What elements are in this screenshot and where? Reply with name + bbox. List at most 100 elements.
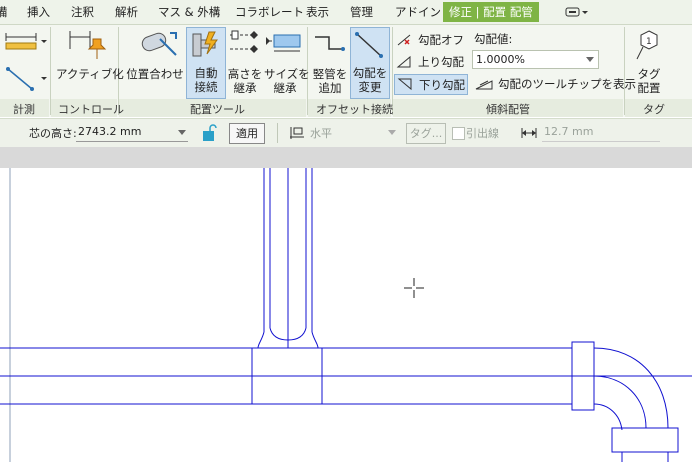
panel-title-control: コントロール	[58, 103, 124, 116]
show-slope-tooltip-button[interactable]: 勾配のツールチップを表示	[474, 75, 636, 93]
inherit-elevation-label-2: 継承	[233, 81, 257, 95]
chevron-down-icon	[388, 130, 396, 135]
slope-value: 1.0000%	[476, 53, 525, 66]
inherit-elevation-button[interactable]: 高さを 継承	[226, 27, 264, 97]
ribbon-tab-bar: 備 挿入 注釈 解析 マス & 外構 コラボレート 表示 管理 アドイン 修正 …	[0, 0, 692, 25]
slope-up-label: 上り勾配	[418, 55, 464, 69]
center-height-field[interactable]: 2743.2 mm	[76, 124, 188, 142]
minimize-ribbon-button[interactable]	[565, 5, 589, 19]
slope-value-label: 勾配値:	[474, 32, 513, 46]
auto-connect-label-1: 自動	[194, 66, 218, 80]
tag-label-2: 配置	[637, 81, 661, 95]
tab-collaborate[interactable]: コラボレート	[235, 4, 304, 20]
panel-title-offset: オフセット接続	[316, 103, 393, 116]
tab-annotate[interactable]: 注釈	[71, 4, 94, 20]
auto-connect-icon	[192, 31, 218, 57]
justify-label: 位置合わせ	[126, 67, 184, 81]
inherit-size-label-1: サイズを	[264, 67, 310, 81]
center-height-label: 芯の高さ:	[29, 127, 77, 140]
auto-connect-label-2: 接続	[194, 80, 218, 94]
slope-off-icon	[397, 34, 411, 46]
activate-label: アクティブ化	[56, 67, 124, 81]
show-slope-tooltip-label: 勾配のツールチップを表示	[498, 77, 636, 91]
tag-on-placement-button[interactable]: 1 タグ 配置	[629, 27, 669, 97]
apply-button[interactable]: 適用	[229, 123, 265, 144]
change-slope-button[interactable]: 勾配を 変更	[350, 27, 390, 99]
inherit-size-icon	[266, 34, 301, 52]
unlock-icon[interactable]	[200, 123, 218, 143]
auto-connect-button[interactable]: 自動 接続	[186, 27, 226, 99]
slope-up-button[interactable]: 上り勾配	[396, 53, 468, 71]
tab-architecture[interactable]: 備	[0, 4, 8, 20]
panel-title-slope: 傾斜配管	[486, 103, 530, 116]
slope-up-icon	[396, 55, 411, 68]
separator	[277, 123, 278, 143]
view-tab-strip	[0, 147, 692, 168]
chevron-down-icon	[178, 130, 186, 135]
add-riser-icon	[315, 36, 345, 51]
pipe-geometry	[0, 168, 692, 462]
center-height-value: 2743.2 mm	[78, 125, 142, 138]
tag-icon-number: 1	[646, 37, 652, 47]
justification-dropdown[interactable]: 水平	[308, 124, 398, 141]
pipe-drawing	[0, 168, 692, 462]
activate-dimensions-icon	[69, 31, 107, 59]
justify-button[interactable]: 位置合わせ	[124, 27, 186, 97]
leader-label: 引出線	[466, 127, 499, 140]
panel-separator	[624, 27, 625, 115]
add-riser-label-1: 竪管を	[312, 67, 348, 81]
leader-checkbox[interactable]	[452, 127, 465, 140]
elbow-outer[interactable]	[593, 347, 669, 429]
inherit-size-button[interactable]: サイズを 継承	[264, 27, 310, 97]
tag-label-1: タグ	[637, 67, 661, 81]
tab-insert[interactable]: 挿入	[27, 4, 50, 20]
slope-down-icon	[397, 78, 412, 91]
panel-title-measure: 計測	[13, 103, 35, 116]
slope-off-button[interactable]: 勾配オフ	[396, 31, 468, 49]
change-slope-icon	[355, 32, 383, 58]
add-riser-label-2: 追加	[318, 81, 342, 95]
elbow-coupling[interactable]	[611, 427, 679, 453]
tab-analyze[interactable]: 解析	[115, 4, 138, 20]
tag-icon: 1	[636, 30, 658, 60]
tab-view[interactable]: 表示	[306, 4, 329, 20]
tab-massing-site[interactable]: マス & 外構	[158, 4, 220, 20]
slope-down-button[interactable]: 下り勾配	[394, 74, 468, 95]
drawing-canvas[interactable]	[0, 168, 692, 462]
tab-modify-place-pipe[interactable]: 修正 | 配置 配管	[443, 2, 539, 22]
inherit-elevation-label-1: 高さを	[227, 67, 263, 81]
leader-length-icon	[521, 128, 537, 138]
leader-length-field[interactable]: 12.7 mm	[542, 124, 660, 142]
panel-title-placement: 配置ツール	[190, 103, 245, 116]
elbow-inner[interactable]	[593, 403, 623, 431]
pipe-align-icon	[141, 32, 177, 56]
tab-addins[interactable]: アドイン	[395, 4, 441, 20]
change-slope-label-2: 変更	[358, 80, 382, 94]
slope-down-label: 下り勾配	[419, 78, 465, 92]
panel-separator	[50, 27, 51, 115]
chevron-down-icon	[586, 57, 594, 62]
ribbon: 計測 アクティブ化 コントロール 位置合わせ 自動 接続 高さを 継承 サイズを…	[0, 25, 692, 117]
inherit-elevation-icon	[230, 30, 258, 53]
diagonal-measure-icon	[6, 67, 47, 91]
slope-off-label: 勾配オフ	[418, 33, 464, 47]
justification-icon	[290, 127, 304, 139]
options-bar: 芯の高さ: 2743.2 mm 適用 水平 タグ... 引出線 12.7 mm	[0, 118, 692, 148]
activate-dimensions-button[interactable]: アクティブ化	[56, 27, 124, 91]
slope-tooltip-icon	[475, 80, 493, 90]
justification-value: 水平	[310, 127, 332, 140]
tab-manage[interactable]: 管理	[350, 4, 373, 20]
crosshair-cursor-icon	[404, 278, 424, 298]
add-riser-button[interactable]: 竪管を 追加	[311, 27, 349, 97]
elbow-center	[593, 375, 647, 429]
change-slope-label-1: 勾配を	[352, 66, 388, 80]
leader-length-value: 12.7 mm	[544, 125, 594, 138]
measure-line-button[interactable]	[2, 63, 48, 93]
inherit-size-label-2: 継承	[273, 81, 297, 95]
ruler-icon	[5, 33, 47, 50]
tag-button[interactable]: タグ...	[406, 123, 446, 144]
measure-distance-button[interactable]	[2, 31, 48, 53]
panel-title-tag: タグ	[643, 103, 665, 116]
ribbon-toggle-icon	[565, 7, 588, 17]
slope-value-dropdown[interactable]: 1.0000%	[472, 50, 599, 69]
